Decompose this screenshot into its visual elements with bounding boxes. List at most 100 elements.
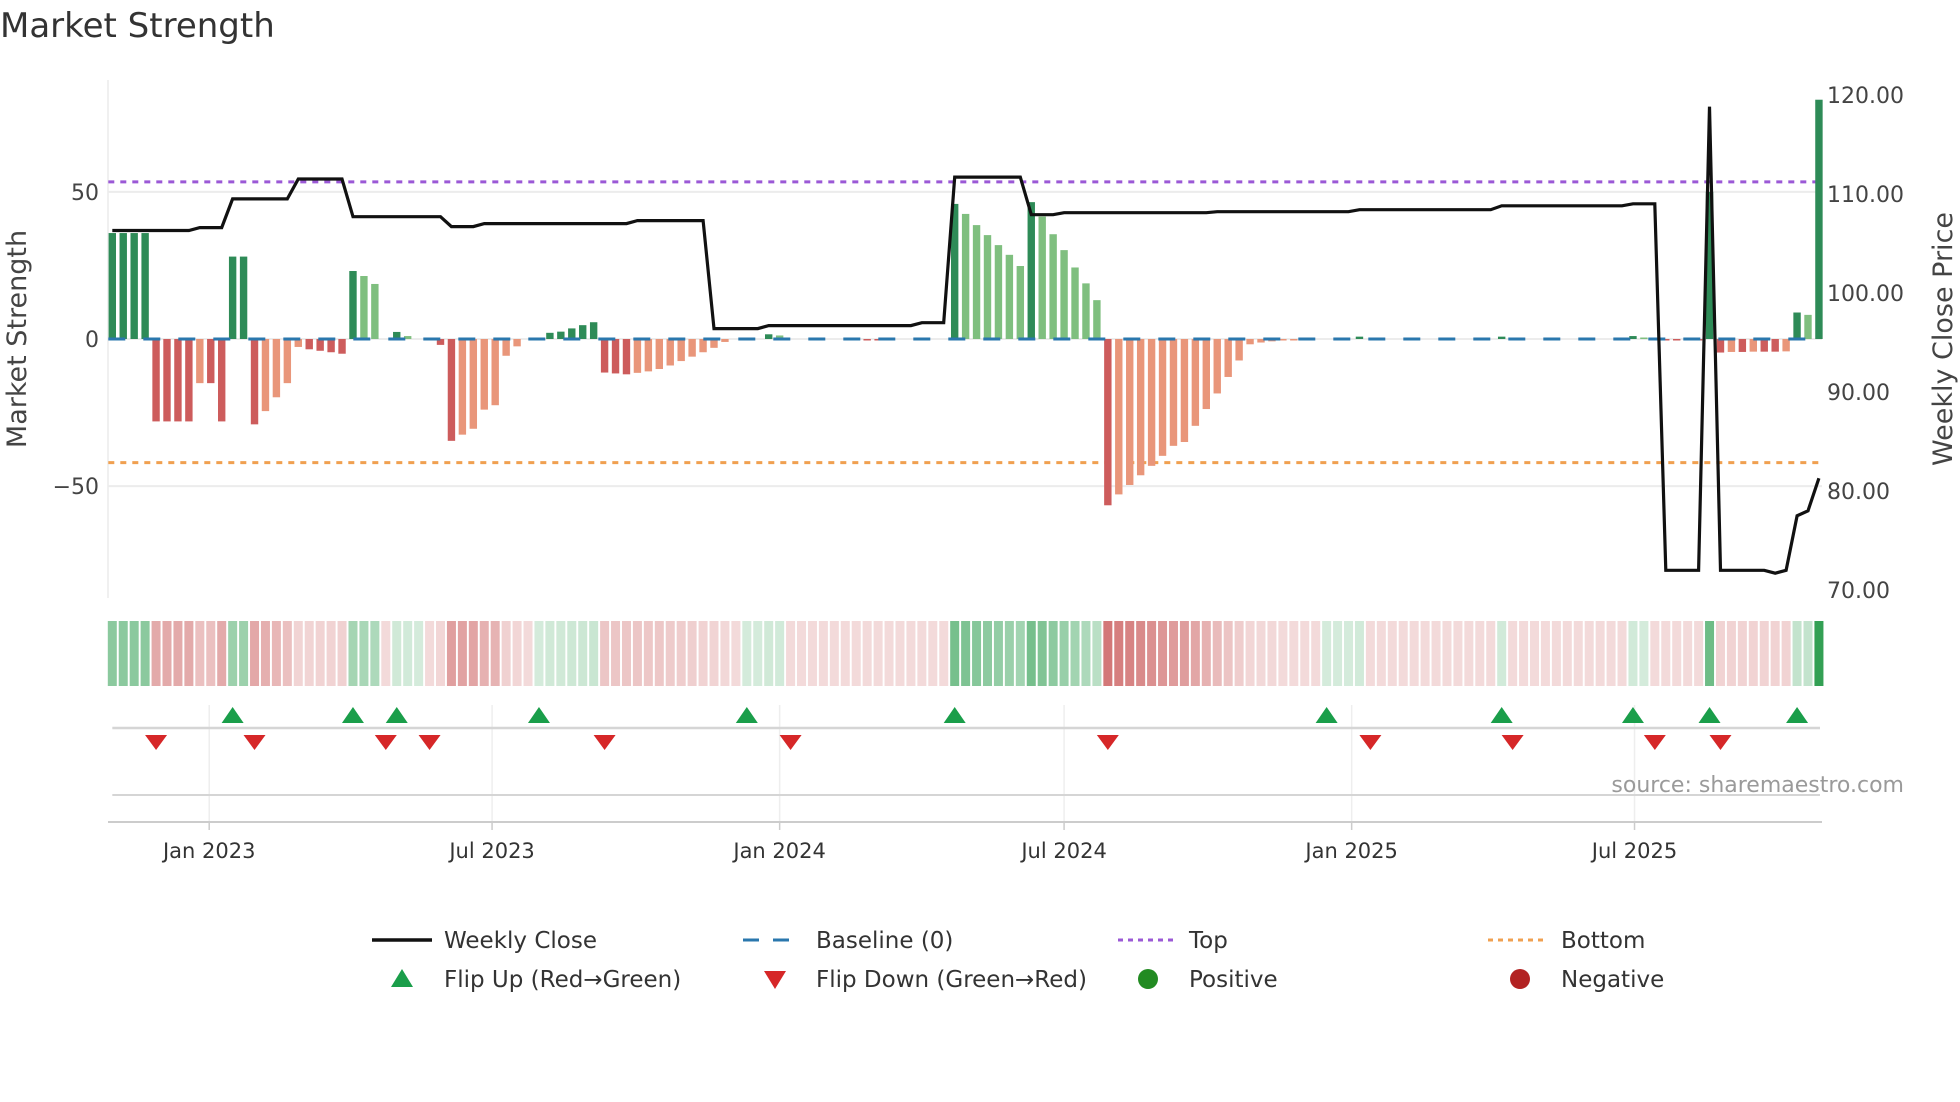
y-right-tick-label: 120.00 <box>1827 84 1904 109</box>
flip-down-marker <box>1643 735 1666 750</box>
triangle-down-icon <box>764 971 786 989</box>
strength-bar <box>633 339 642 373</box>
strength-bar <box>447 339 456 441</box>
strength-strip-cell <box>1125 621 1135 686</box>
strength-bar <box>458 339 467 435</box>
strength-strip-cell <box>1387 621 1397 686</box>
flip-down-marker <box>374 735 397 750</box>
strength-strip-cell <box>1694 621 1704 686</box>
strength-strip-cell <box>1223 621 1233 686</box>
strength-strip-cell <box>709 621 719 686</box>
y-right-tick-label: 100.00 <box>1827 282 1904 307</box>
strength-bar <box>327 339 335 353</box>
strength-bar <box>360 276 368 339</box>
x-tick-label: Jul 2024 <box>1019 839 1106 863</box>
strength-bar <box>305 339 313 350</box>
strength-strip-cell <box>917 621 927 686</box>
strength-strip-cell <box>1179 621 1189 686</box>
strength-strip-cell <box>589 621 599 686</box>
strength-bar <box>600 339 609 373</box>
strength-strip-cell <box>1333 621 1343 686</box>
strength-bar <box>185 339 193 422</box>
strength-bar <box>283 339 292 384</box>
strength-bar <box>666 339 674 366</box>
strength-strip-cell <box>961 621 971 686</box>
strength-strip-cell <box>206 621 216 686</box>
strength-bar <box>1716 339 1725 353</box>
strength-bar <box>994 245 1003 339</box>
legend-label: Bottom <box>1561 928 1645 954</box>
strength-strip-cell <box>446 621 456 686</box>
y-tick-label: 0 <box>85 328 99 353</box>
strength-strip-cell <box>326 621 336 686</box>
strength-strip-cell <box>512 621 522 686</box>
y-right-tick-label: 110.00 <box>1827 183 1904 208</box>
strength-strip-cell <box>829 621 839 686</box>
circle-icon <box>1510 969 1530 989</box>
strength-bar <box>480 339 488 410</box>
strength-bar <box>1191 339 1200 426</box>
strength-bar <box>863 339 871 341</box>
strength-strip-cell <box>1814 621 1824 686</box>
flip-up-marker <box>735 707 758 723</box>
flip-up-marker <box>1786 707 1809 723</box>
strength-strip-cell <box>1628 621 1638 686</box>
strength-strip-cell <box>173 621 183 686</box>
strength-bar <box>1082 283 1090 339</box>
strength-bar <box>677 339 685 362</box>
flip-down-marker <box>1501 735 1524 750</box>
strength-strip-cell <box>1770 621 1780 686</box>
strength-strip-cell <box>1497 621 1507 686</box>
strength-strip-cell <box>862 621 872 686</box>
strength-strip-cell <box>1114 621 1124 686</box>
strength-strip-cell <box>1344 621 1354 686</box>
strength-strip-cell <box>348 621 358 686</box>
strength-strip-cell <box>184 621 194 686</box>
strength-bar <box>1224 339 1232 377</box>
strength-strip-cell <box>1453 621 1463 686</box>
y-axis-title: Market Strength <box>2 230 33 448</box>
strength-bar <box>316 339 324 351</box>
strength-bar <box>1060 250 1068 339</box>
legend-item: Flip Up (Red→Green) <box>391 967 681 993</box>
strength-strip-cell <box>1606 621 1616 686</box>
strength-bar <box>622 339 631 375</box>
strength-strip-cell <box>1037 621 1047 686</box>
strength-strip-cell <box>720 621 730 686</box>
flip-up-marker <box>385 707 408 723</box>
strength-strip-cell <box>818 621 828 686</box>
flip-down-marker <box>1359 735 1382 750</box>
flip-up-marker <box>221 707 244 723</box>
strength-strip-cell <box>643 621 653 686</box>
strength-bar <box>239 256 248 339</box>
x-tick-label: Jul 2023 <box>447 839 534 863</box>
strength-strip-cell <box>1201 621 1211 686</box>
strength-strip-cell <box>1136 621 1146 686</box>
strength-bar <box>1126 339 1134 485</box>
strength-bar <box>119 233 127 339</box>
strength-strip-cell <box>1639 621 1649 686</box>
circle-icon <box>1138 969 1158 989</box>
y-right-axis-title: Weekly Close Price <box>1928 212 1959 466</box>
strength-bar <box>196 339 204 384</box>
strength-bar <box>469 339 478 429</box>
strength-strip-cell <box>315 621 325 686</box>
strength-strip-cell <box>337 621 347 686</box>
strength-strip-cell <box>1803 621 1813 686</box>
x-tick-label: Jan 2025 <box>1303 839 1398 863</box>
strength-strip-cell <box>425 621 435 686</box>
strength-bar <box>721 339 729 342</box>
strength-strip-cell <box>1617 621 1627 686</box>
strength-strip-cell <box>1267 621 1277 686</box>
y-right-tick-label: 70.00 <box>1827 579 1890 604</box>
strength-strip-cell <box>1081 621 1091 686</box>
strength-strip-cell <box>1442 621 1452 686</box>
strength-bar <box>1727 339 1736 352</box>
strength-bar <box>152 339 160 422</box>
strength-bar <box>1749 339 1757 352</box>
strength-strip-cell <box>1059 621 1069 686</box>
strength-bar <box>579 325 587 339</box>
strength-strip-cell <box>151 621 161 686</box>
flip-up-marker <box>341 707 364 723</box>
strength-bar <box>1136 339 1145 476</box>
